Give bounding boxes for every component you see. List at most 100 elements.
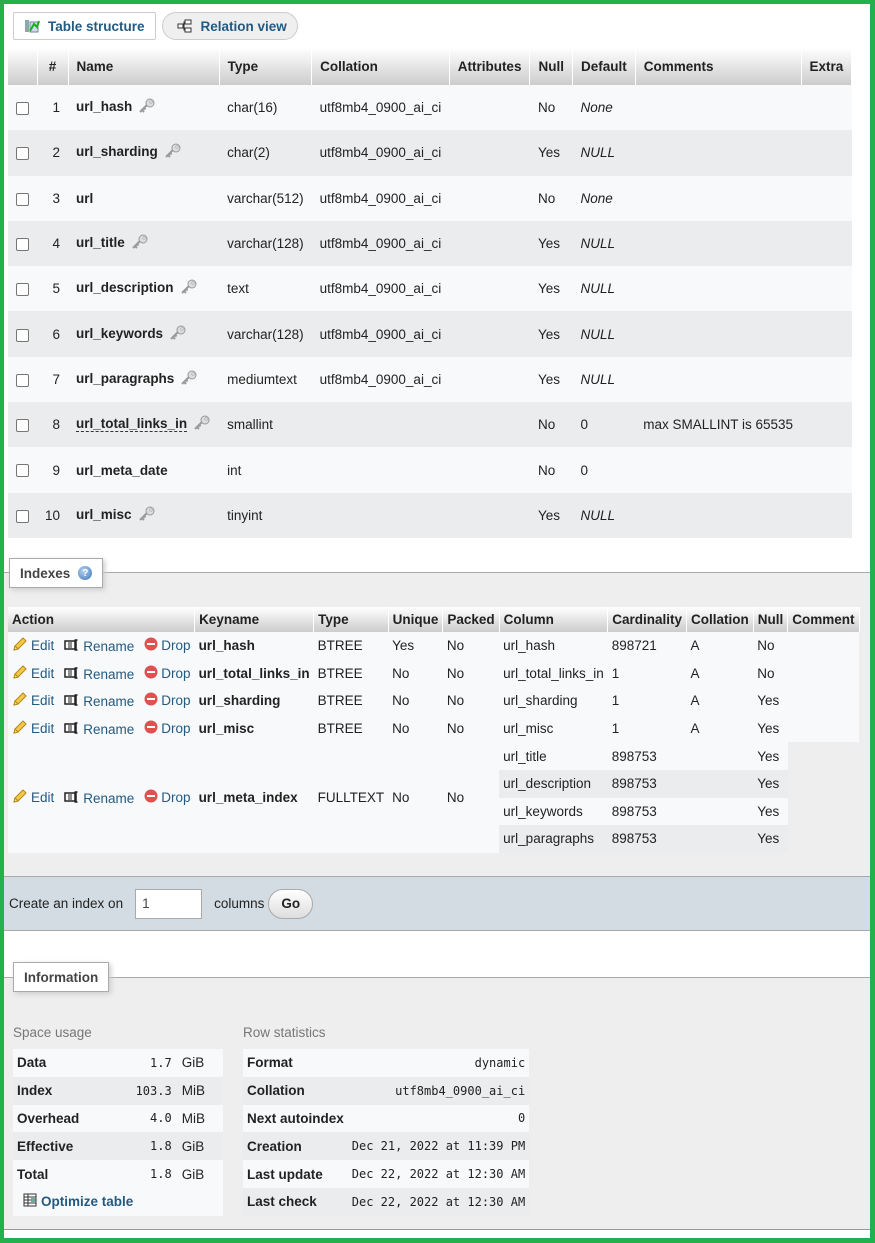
index-collation: A [686, 659, 754, 688]
idx-header-unique: Unique [388, 607, 444, 632]
index-null: Yes [753, 687, 788, 715]
header-null[interactable]: Null [529, 48, 573, 85]
idx-header-column: Column [499, 607, 609, 632]
tab-relation-view[interactable]: Relation view [161, 12, 298, 40]
rename-index-link[interactable]: Rename [64, 639, 134, 654]
header-collation[interactable]: Collation [311, 48, 450, 85]
tab-table-structure[interactable]: Table structure [13, 12, 156, 40]
information-legend: Information [13, 962, 110, 992]
index-actions: Edit Rename Drop [8, 714, 195, 743]
column-name: url [76, 190, 94, 206]
row-statistics-row: Last update Dec 22, 2022 at 12:30 AM [243, 1160, 530, 1188]
column-null: Yes [529, 492, 573, 538]
index-collation [686, 742, 754, 770]
drop-label: Drop [161, 638, 191, 654]
column-name: url_keywords [76, 325, 164, 341]
key-icon [138, 506, 156, 525]
edit-index-link[interactable]: Edit [12, 789, 54, 806]
edit-index-link[interactable]: Edit [12, 665, 54, 682]
column-attributes [449, 266, 530, 312]
index-cardinality: 1 [607, 659, 687, 688]
index-null: Yes [753, 825, 788, 853]
index-collation: A [686, 687, 754, 715]
column-default: NULL [572, 311, 636, 357]
row-select-cell [8, 311, 37, 357]
structure-row: 1 url_hash char(16) utf8mb4_0900_ai_ci No Non… [8, 85, 852, 131]
column-collation: utf8mb4_0900_ai_ci [311, 220, 450, 267]
column-name: url_hash [76, 99, 133, 115]
column-collation [311, 492, 450, 538]
index-type: BTREE [313, 659, 389, 688]
header-select [8, 48, 38, 85]
row-checkbox[interactable] [16, 283, 29, 297]
row-checkbox[interactable] [16, 102, 29, 116]
drop-index-link[interactable]: Drop [144, 692, 191, 709]
row-checkbox[interactable] [16, 373, 29, 387]
rename-index-link[interactable]: Rename [64, 791, 134, 806]
index-columns-input[interactable]: 1 [135, 888, 203, 919]
row-checkbox[interactable] [16, 192, 29, 206]
index-type: BTREE [313, 714, 389, 743]
column-type: mediumtext [219, 356, 312, 403]
header-attributes[interactable]: Attributes [449, 48, 531, 85]
row-statistics-key: Next autoindex [243, 1104, 348, 1133]
row-checkbox[interactable] [16, 147, 29, 161]
structure-row: 3 url varchar(512) utf8mb4_0900_ai_ci No None [8, 175, 852, 221]
row-number: 7 [37, 356, 69, 403]
column-comments [635, 85, 802, 131]
header-extra[interactable]: Extra [801, 48, 853, 85]
row-checkbox[interactable] [16, 419, 29, 433]
edit-label: Edit [31, 665, 55, 681]
edit-index-link[interactable]: Edit [12, 637, 54, 654]
row-select-cell [8, 220, 37, 267]
rename-icon [64, 722, 80, 737]
drop-index-link[interactable]: Drop [144, 637, 191, 654]
column-null: No [529, 85, 573, 131]
help-icon[interactable]: ? [78, 566, 93, 580]
row-checkbox[interactable] [16, 237, 29, 251]
index-collation: A [686, 714, 754, 743]
header-name[interactable]: Name [68, 48, 220, 85]
index-null: Yes [753, 714, 788, 743]
edit-index-link[interactable]: Edit [12, 720, 54, 737]
column-name-cell: url_paragraphs [68, 356, 220, 403]
key-icon [169, 325, 187, 344]
row-checkbox[interactable] [16, 464, 29, 478]
header-number[interactable]: # [37, 48, 69, 85]
structure-row: 8 url_total_links_in smallint No 0 max SMALLI… [8, 402, 852, 448]
index-keyname: url_meta_index [194, 742, 314, 853]
edit-index-link[interactable]: Edit [12, 692, 54, 709]
rename-index-link[interactable]: Rename [64, 722, 134, 737]
space-usage-key: Overhead [13, 1104, 113, 1133]
rename-label: Rename [83, 666, 135, 682]
column-default: NULL [572, 130, 636, 176]
space-usage-table: Data 1.7 GiB Index 103.3 MiB Overhead 4.0 MiB Eff… [13, 1049, 223, 1216]
row-select-cell [8, 175, 37, 221]
header-type[interactable]: Type [219, 48, 313, 85]
header-comments[interactable]: Comments [635, 48, 802, 85]
key-icon [193, 415, 211, 434]
optimize-table-link[interactable]: Optimize table [17, 1193, 133, 1210]
index-collation: A [686, 632, 754, 660]
drop-index-link[interactable]: Drop [144, 789, 191, 806]
row-checkbox[interactable] [16, 328, 29, 342]
column-comments [635, 311, 802, 357]
index-packed: No [442, 714, 500, 743]
column-type: tinyint [219, 492, 312, 538]
optimize-icon [23, 1193, 37, 1210]
drop-index-link[interactable]: Drop [144, 665, 191, 682]
header-default[interactable]: Default [572, 48, 636, 85]
column-default: NULL [572, 220, 636, 267]
space-usage-row: Data 1.7 GiB [13, 1049, 223, 1077]
rename-index-link[interactable]: Rename [64, 667, 134, 682]
go-button[interactable]: Go [268, 888, 314, 919]
edit-label: Edit [31, 693, 55, 709]
row-checkbox[interactable] [16, 509, 29, 523]
space-usage-value: 1.8 [112, 1160, 176, 1188]
columns-label: columns [214, 896, 265, 911]
rename-index-link[interactable]: Rename [64, 694, 134, 709]
optimize-label: Optimize table [41, 1194, 134, 1210]
drop-index-link[interactable]: Drop [144, 720, 191, 737]
column-comments [635, 492, 802, 538]
index-cardinality: 898753 [607, 769, 687, 798]
